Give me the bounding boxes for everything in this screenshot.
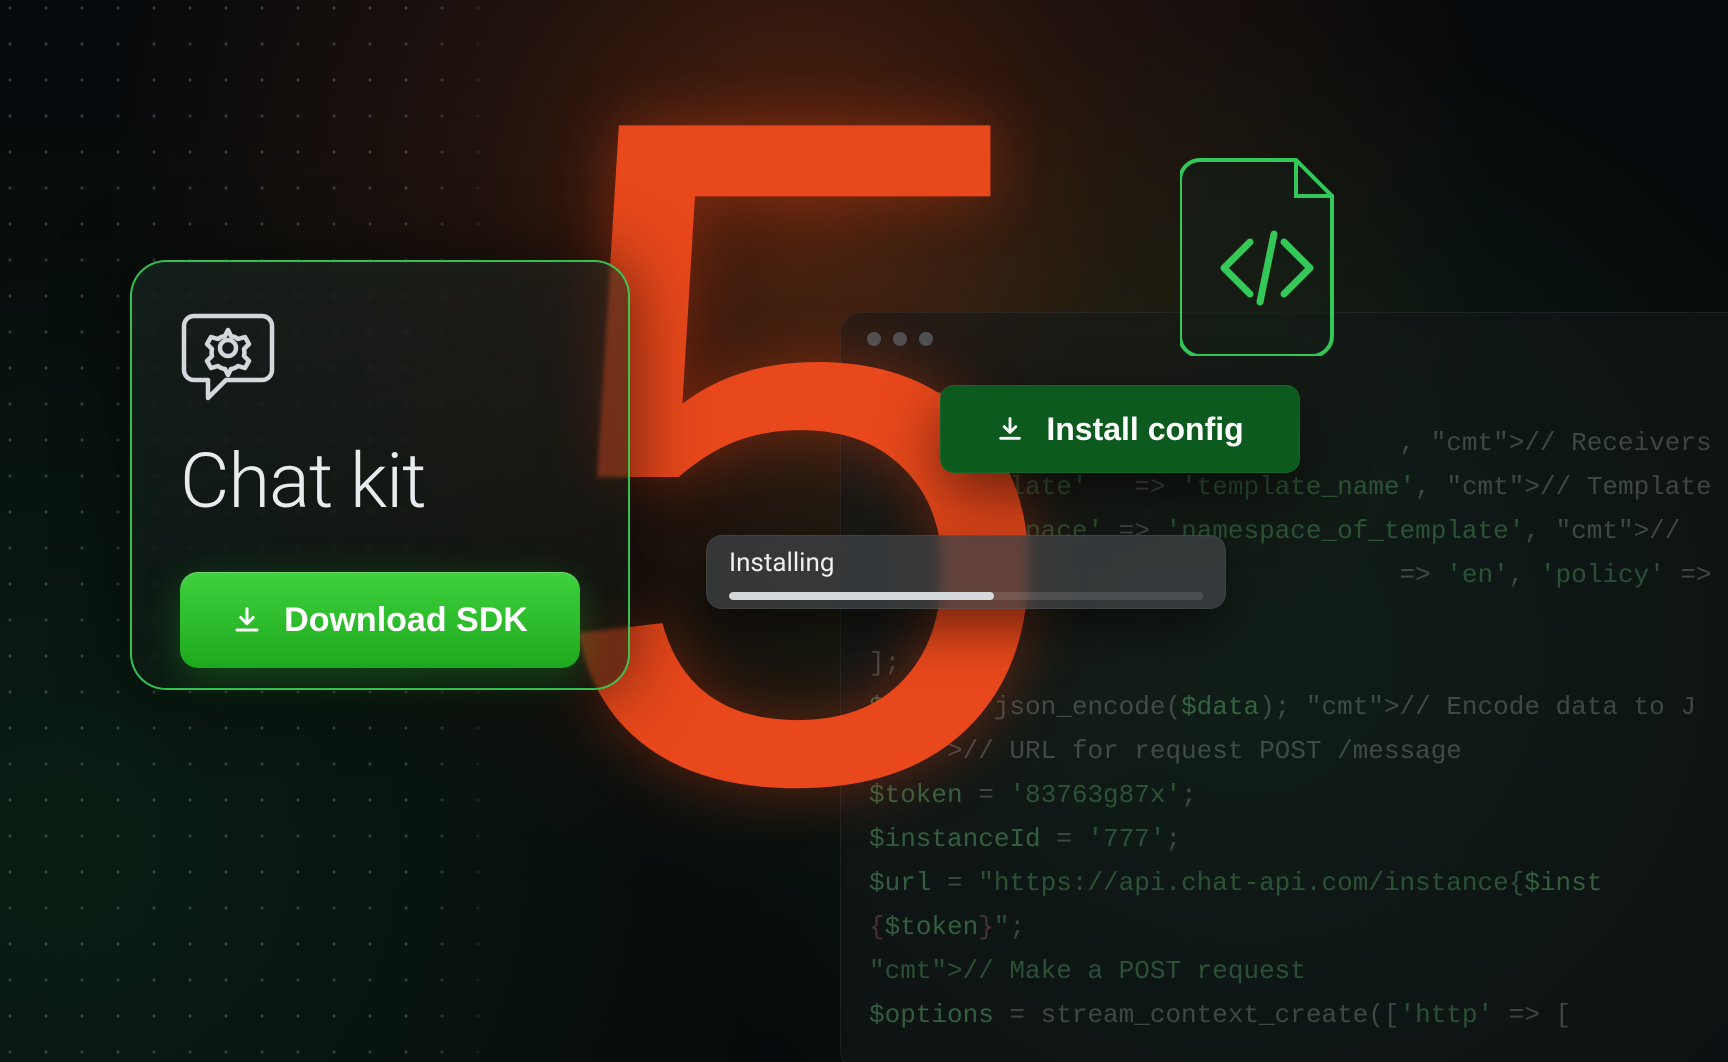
download-icon bbox=[996, 415, 1024, 443]
code-file-icon bbox=[1180, 156, 1352, 356]
download-sdk-label: Download SDK bbox=[284, 601, 528, 640]
install-config-button[interactable]: Install config bbox=[940, 385, 1300, 473]
hero-stage: $data , "cmt">// Receivers phon 'templat… bbox=[0, 0, 1728, 1062]
progress-fill bbox=[729, 592, 994, 600]
chat-kit-title: Chat kit bbox=[180, 436, 580, 526]
download-sdk-button[interactable]: Download SDK bbox=[180, 572, 580, 668]
progress-track bbox=[729, 592, 1203, 600]
installing-label: Installing bbox=[729, 548, 1203, 578]
traffic-dot bbox=[893, 332, 907, 346]
installing-toast: Installing bbox=[706, 535, 1226, 609]
gear-chat-icon bbox=[180, 306, 276, 402]
install-config-label: Install config bbox=[1046, 411, 1243, 448]
traffic-dot bbox=[919, 332, 933, 346]
download-icon bbox=[232, 605, 262, 635]
chat-kit-card: Chat kit Download SDK bbox=[130, 260, 630, 690]
traffic-dot bbox=[867, 332, 881, 346]
